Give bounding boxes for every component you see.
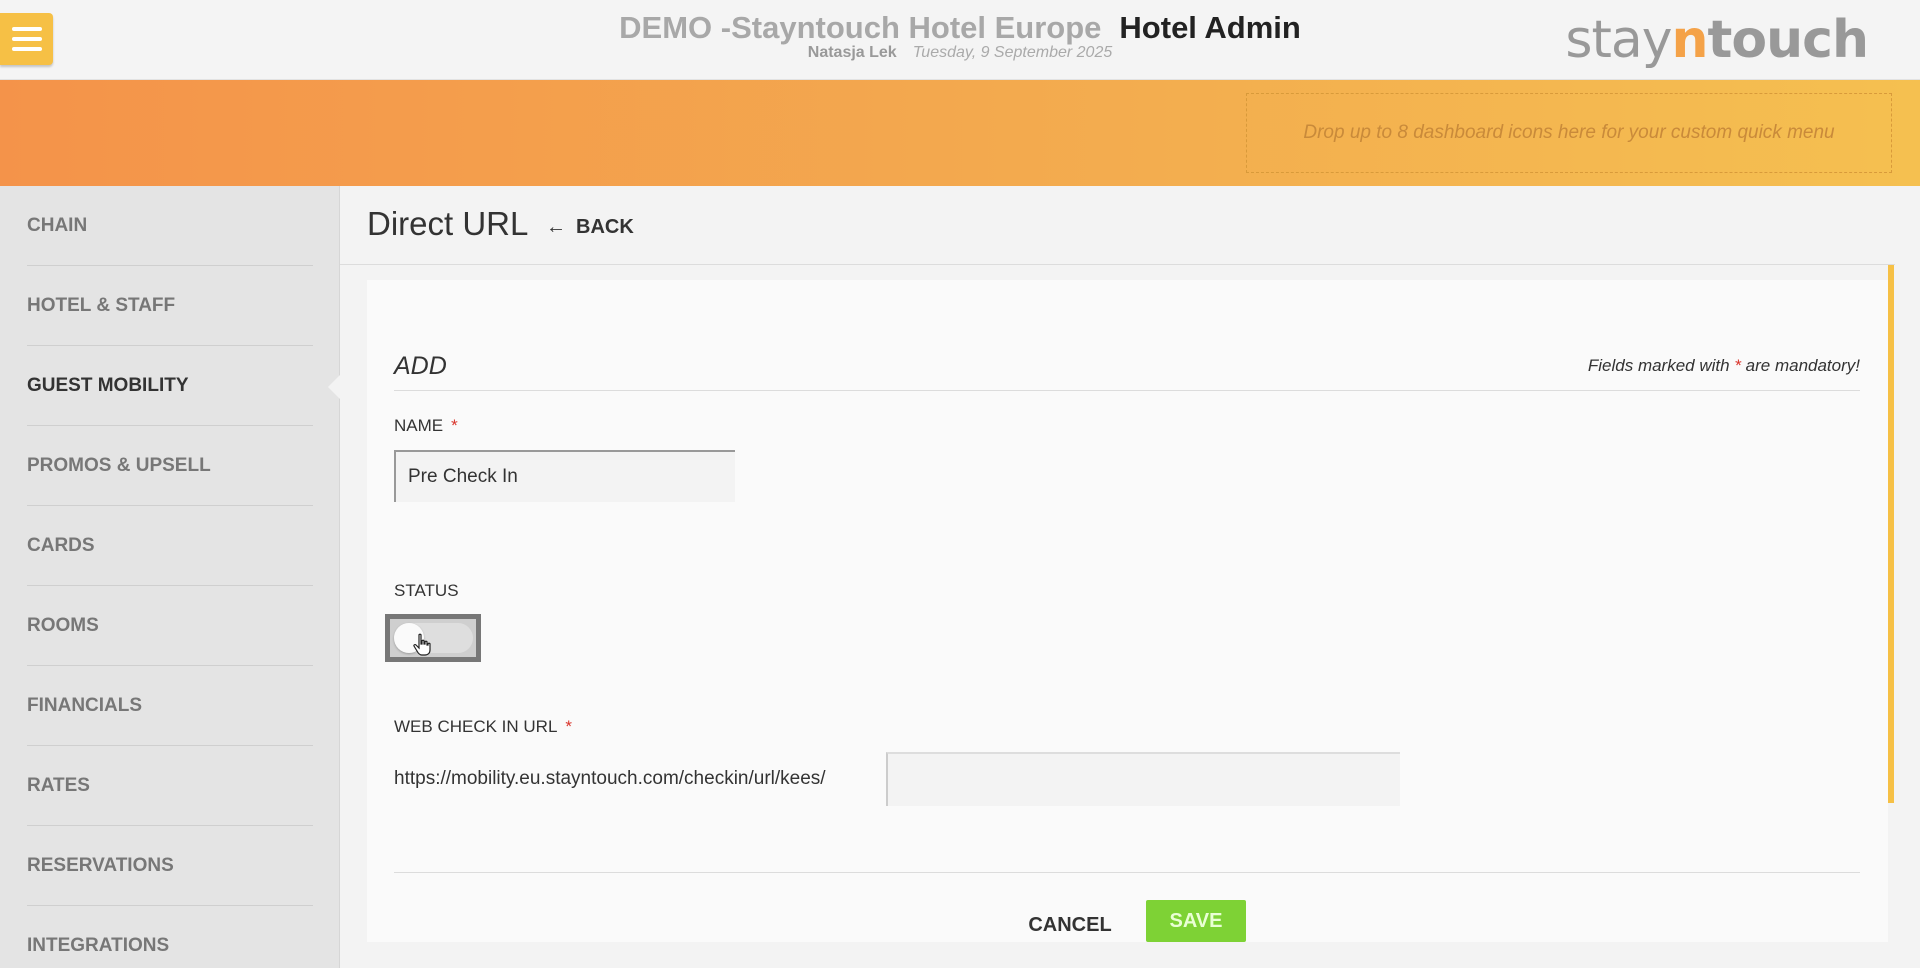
logo-part-touch: touch [1707,10,1869,70]
name-label: NAME * [394,416,458,436]
status-label: STATUS [394,581,459,601]
sidebar-item-label: PROMOS & UPSELL [27,454,211,476]
name-input[interactable] [394,450,735,502]
sidebar-item-guest-mobility[interactable]: GUEST MOBILITY [27,346,313,426]
logo-part-stay: stay [1565,10,1672,70]
sidebar-item-reservations[interactable]: RESERVATIONS [27,826,313,906]
sidebar-item-cards[interactable]: CARDS [27,506,313,586]
sidebar-item-integrations[interactable]: INTEGRATIONS [27,906,313,968]
sidebar-item-rooms[interactable]: ROOMS [27,586,313,666]
hand-pointer-icon [413,633,431,656]
actions-divider [394,872,1860,873]
page-bottom-edge [340,942,1920,968]
arrow-left-icon: ← [546,216,566,238]
form-panel [367,280,1888,942]
required-star: * [565,717,573,736]
web-check-in-url-label: WEB CHECK IN URL * [394,717,572,737]
mandatory-note-suffix: are mandatory! [1740,356,1860,375]
status-toggle[interactable] [385,614,481,662]
back-label: BACK [576,216,634,238]
back-button[interactable]: ← BACK [546,216,634,239]
sidebar-item-hotel-staff[interactable]: HOTEL & STAFF [27,266,313,346]
url-prefix: https://mobility.eu.stayntouch.com/check… [394,768,826,789]
sidebar-item-financials[interactable]: FINANCIALS [27,666,313,746]
title-divider [340,264,1895,265]
user-name: Natasja Lek [807,44,897,61]
top-header: DEMO -Stayntouch Hotel Europe Hotel Admin… [0,0,1920,80]
sidebar-item-rates[interactable]: RATES [27,746,313,826]
save-button[interactable]: SAVE [1146,900,1246,942]
mandatory-star: * [1734,356,1741,375]
mandatory-note: Fields marked with * are mandatory! [1588,356,1860,376]
sidebar-item-promos-upsell[interactable]: PROMOS & UPSELL [27,426,313,506]
sidebar-item-label: RATES [27,774,90,796]
hotel-name: DEMO -Stayntouch Hotel Europe [619,10,1102,45]
sidebar-item-label: GUEST MOBILITY [27,374,189,396]
current-date: Tuesday, 9 September 2025 [912,44,1113,61]
stayntouch-logo: stayntouch [1565,10,1869,70]
dropzone-text: Drop up to 8 dashboard icons here for yo… [1303,122,1835,143]
status-toggle-track [394,623,473,653]
app-name: Hotel Admin [1119,10,1301,45]
sidebar-item-label: CHAIN [27,214,88,236]
sidebar-item-label: CARDS [27,534,95,556]
sidebar-item-label: FINANCIALS [27,694,143,716]
required-star: * [451,416,458,435]
quick-menu-banner: Drop up to 8 dashboard icons here for yo… [0,80,1920,186]
scrollbar[interactable] [1888,265,1894,803]
quick-menu-dropzone[interactable]: Drop up to 8 dashboard icons here for yo… [1246,93,1892,173]
web-check-in-url-input[interactable] [886,752,1400,806]
page-title: Direct URL [367,205,529,242]
form-heading: ADD [394,352,447,380]
logo-part-n: n [1671,10,1709,70]
url-label-text: WEB CHECK IN URL [394,717,558,736]
sidebar-item-label: HOTEL & STAFF [27,294,176,316]
sidebar: CHAIN HOTEL & STAFF GUEST MOBILITY PROMO… [0,186,340,968]
sidebar-item-chain[interactable]: CHAIN [27,186,313,266]
name-label-text: NAME [394,416,444,435]
sidebar-item-label: RESERVATIONS [27,854,174,876]
status-label-text: STATUS [394,581,459,600]
active-indicator-arrow [328,375,340,399]
sidebar-item-label: ROOMS [27,614,99,636]
sidebar-item-label: INTEGRATIONS [27,934,170,956]
form-heading-divider [394,390,1860,391]
mandatory-note-prefix: Fields marked with [1587,356,1735,375]
